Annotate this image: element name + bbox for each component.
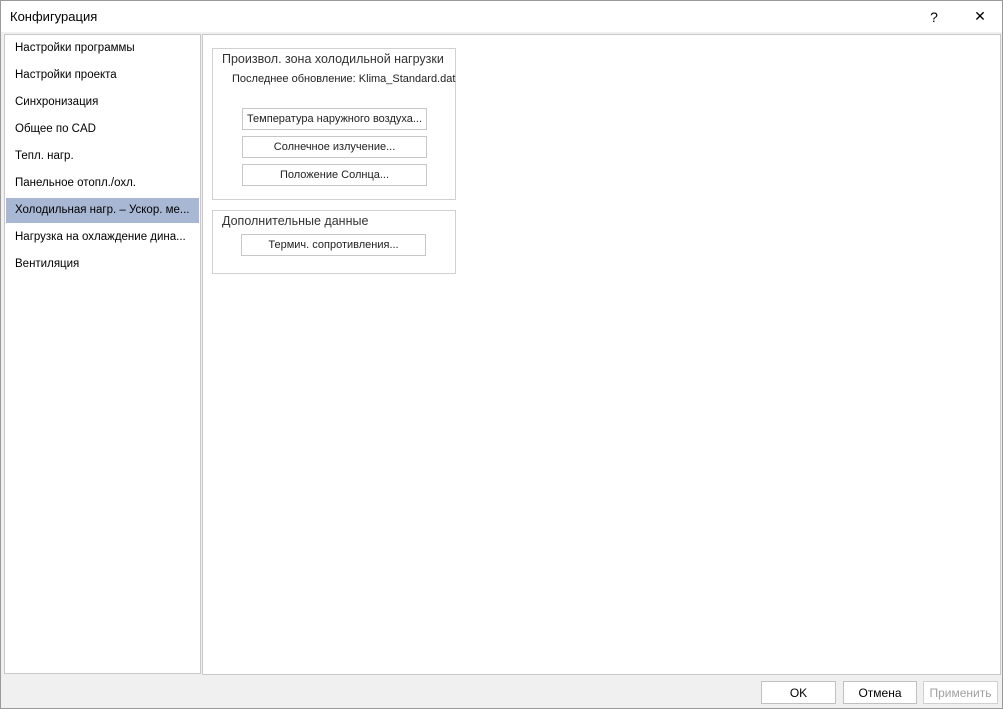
last-update-text: Последнее обновление: Klima_Standard.dat [232, 73, 456, 85]
sidebar-item-panel-heating[interactable]: Панельное отопл./охл. [6, 171, 199, 196]
sidebar-item-synchronization[interactable]: Синхронизация [6, 90, 199, 115]
sidebar-item-ventilation[interactable]: Вентиляция [6, 252, 199, 277]
apply-button[interactable]: Применить [923, 681, 998, 704]
window-title: Конфигурация [10, 9, 98, 24]
settings-category-list: Настройки программы Настройки проекта Си… [4, 34, 201, 674]
cooling-zone-group-title: Произвол. зона холодильной нагрузки [222, 52, 444, 66]
sun-position-button[interactable]: Положение Солнца... [242, 164, 427, 186]
solar-radiation-button[interactable]: Солнечное излучение... [242, 136, 427, 158]
configuration-dialog: Конфигурация ? ✕ Настройки программы Нас… [0, 0, 1003, 709]
help-icon: ? [930, 8, 938, 25]
sidebar-item-cooling-load-fast[interactable]: Холодильная нагр. – Ускор. ме... [6, 198, 199, 223]
help-button[interactable]: ? [911, 1, 957, 32]
settings-panel: Произвол. зона холодильной нагрузки Посл… [202, 34, 1001, 675]
sidebar-item-cad-general[interactable]: Общее по CAD [6, 117, 199, 142]
outdoor-temperature-button[interactable]: Температура наружного воздуха... [242, 108, 427, 130]
close-icon: ✕ [974, 8, 986, 24]
sidebar-item-project-settings[interactable]: Настройки проекта [6, 63, 199, 88]
ok-button[interactable]: OK [761, 681, 836, 704]
sidebar-item-cooling-load-dynamic[interactable]: Нагрузка на охлаждение дина... [6, 225, 199, 250]
sidebar-item-program-settings[interactable]: Настройки программы [6, 36, 199, 61]
additional-data-group-title: Дополнительные данные [222, 214, 369, 228]
sidebar-item-heat-load[interactable]: Тепл. нагр. [6, 144, 199, 169]
cancel-button[interactable]: Отмена [843, 681, 917, 704]
close-button[interactable]: ✕ [957, 1, 1003, 32]
thermal-resistance-button[interactable]: Термич. сопротивления... [241, 234, 426, 256]
additional-data-group: Дополнительные данные Термич. сопротивле… [212, 210, 456, 274]
cooling-zone-group: Произвол. зона холодильной нагрузки Посл… [212, 48, 456, 200]
title-bar: Конфигурация ? ✕ [1, 1, 1002, 32]
